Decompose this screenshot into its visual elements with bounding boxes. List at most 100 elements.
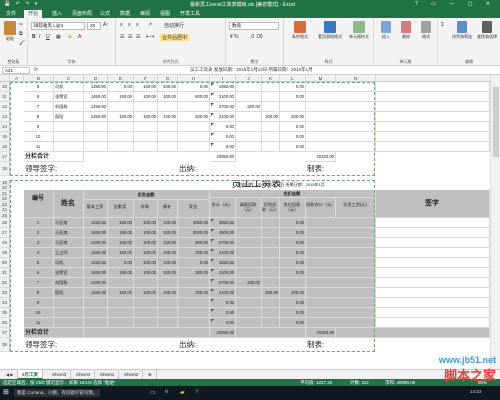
amount-cell[interactable]: 100.00	[134, 268, 158, 278]
amount-cell[interactable]: 100.00	[134, 92, 158, 102]
blank-cell[interactable]	[306, 308, 376, 318]
font-color-icon[interactable]: A	[78, 34, 81, 40]
fill-color-icon[interactable]: ◈	[68, 34, 72, 40]
employee-number-cell[interactable]: 9	[24, 122, 54, 132]
amount-cell[interactable]	[262, 298, 280, 308]
align-right-icon[interactable]: ☰	[136, 34, 140, 40]
blank-cell[interactable]	[306, 248, 376, 258]
blank-cell[interactable]	[376, 278, 490, 288]
column-header[interactable]: N	[336, 75, 376, 82]
format-cells-button[interactable]: 格式	[417, 21, 435, 40]
amount-cell[interactable]: 1450.00	[84, 82, 108, 92]
blank-cell[interactable]	[306, 112, 376, 122]
amount-cell[interactable]: 150.00	[108, 248, 134, 258]
blank-cell[interactable]	[376, 238, 490, 248]
amount-cell[interactable]	[158, 318, 178, 328]
blank-cell[interactable]	[376, 92, 490, 102]
amount-cell[interactable]	[178, 132, 210, 142]
blank-cell[interactable]	[376, 258, 490, 268]
amount-cell[interactable]: 100.00	[158, 112, 178, 122]
amount-cell[interactable]: 0.00	[280, 142, 306, 152]
amount-cell[interactable]: 1450.00	[84, 248, 108, 258]
amount-cell[interactable]: 100.00	[134, 112, 158, 122]
amount-cell[interactable]	[84, 132, 108, 142]
wrap-text-button[interactable]: 自动换行	[164, 22, 184, 29]
vertical-scrollbar[interactable]	[490, 75, 500, 369]
amount-cell[interactable]	[108, 102, 134, 112]
employee-number-cell[interactable]: 11	[24, 142, 54, 152]
amount-cell[interactable]: 300.00	[178, 288, 210, 298]
amount-cell[interactable]	[108, 132, 134, 142]
amount-cell[interactable]	[236, 318, 262, 328]
blank-cell[interactable]	[376, 228, 490, 238]
underline-icon[interactable]: U	[46, 34, 50, 40]
amount-cell[interactable]	[84, 142, 108, 152]
amount-cell[interactable]	[158, 122, 178, 132]
copy-icon[interactable]: ⧉	[19, 31, 23, 37]
amount-cell[interactable]	[134, 278, 158, 288]
amount-cell[interactable]	[108, 122, 134, 132]
employee-number-cell[interactable]: 6	[24, 268, 54, 278]
amount-cell[interactable]	[236, 308, 262, 318]
decimal-icon[interactable]: ,0 .00	[250, 34, 263, 40]
column-header[interactable]: G	[158, 75, 178, 82]
blank-cell[interactable]	[306, 142, 376, 152]
amount-cell[interactable]	[236, 238, 262, 248]
blank-cell[interactable]	[376, 248, 490, 258]
amount-cell[interactable]: 0.00	[280, 92, 306, 102]
amount-cell[interactable]: 200.00	[280, 112, 306, 122]
scrollbar-thumb[interactable]	[493, 87, 499, 157]
amount-cell[interactable]: 0.00	[280, 298, 306, 308]
amount-cell[interactable]	[236, 92, 262, 102]
amount-cell[interactable]: 1450.00	[84, 92, 108, 102]
amount-cell[interactable]: 1450.00	[84, 288, 108, 298]
subtotal-gross[interactable]: 20850.00	[210, 152, 236, 162]
blank-cell[interactable]	[336, 328, 490, 338]
column-header[interactable]: E	[108, 75, 134, 82]
blank-cell[interactable]	[306, 102, 376, 112]
row-header[interactable]: 28	[0, 238, 10, 248]
autosum-icon[interactable]: Σ	[441, 22, 444, 28]
fx-icon[interactable]: fx	[34, 67, 38, 73]
amount-cell[interactable]: 150.00	[108, 228, 134, 238]
amount-cell[interactable]: 1450.00	[84, 268, 108, 278]
amount-cell[interactable]	[236, 218, 262, 228]
tab-file[interactable]: 文件	[2, 10, 21, 18]
amount-cell[interactable]: 100.00	[158, 218, 178, 228]
amount-cell[interactable]	[178, 278, 210, 288]
amount-cell[interactable]: 0.00	[108, 258, 134, 268]
amount-cell[interactable]: 100.00	[158, 92, 178, 102]
amount-cell[interactable]: 300.00	[178, 112, 210, 122]
amount-cell[interactable]	[236, 122, 262, 132]
italic-icon[interactable]: I	[39, 34, 40, 40]
column-header[interactable]: J	[236, 75, 262, 82]
blank-cell[interactable]	[376, 142, 490, 152]
row-header[interactable]: 35	[0, 308, 10, 318]
amount-cell[interactable]	[262, 268, 280, 278]
amount-cell[interactable]	[158, 308, 178, 318]
blank-cell[interactable]	[306, 258, 376, 268]
amount-cell[interactable]	[108, 298, 134, 308]
column-header[interactable]: B	[24, 75, 54, 82]
employee-number-cell[interactable]: 9	[24, 298, 54, 308]
amount-cell[interactable]: 100.00	[134, 248, 158, 258]
amount-cell[interactable]	[84, 318, 108, 328]
amount-cell[interactable]: 800.00	[178, 92, 210, 102]
tab-formulas[interactable]: 公式	[96, 10, 114, 18]
amount-cell[interactable]: 1450.00	[84, 258, 108, 268]
tab-page-layout[interactable]: 页面布局	[68, 10, 96, 18]
tab-home[interactable]: 开始	[24, 10, 43, 18]
format-painter-icon[interactable]: 🖌	[19, 40, 25, 46]
amount-cell[interactable]: 150.00	[108, 92, 134, 102]
blank-cell[interactable]	[376, 268, 490, 278]
row-header[interactable]: 27	[0, 228, 10, 238]
amount-cell[interactable]	[236, 228, 262, 238]
amount-cell[interactable]: 200.00	[280, 288, 306, 298]
employee-name-cell[interactable]	[54, 318, 84, 328]
blank-cell[interactable]	[306, 92, 376, 102]
tab-insert[interactable]: 插入	[48, 10, 66, 18]
blank-cell[interactable]	[376, 82, 490, 92]
row-header[interactable]: 37	[0, 328, 10, 338]
column-header[interactable]: M	[306, 75, 336, 82]
amount-cell[interactable]: 150.00	[108, 112, 134, 122]
